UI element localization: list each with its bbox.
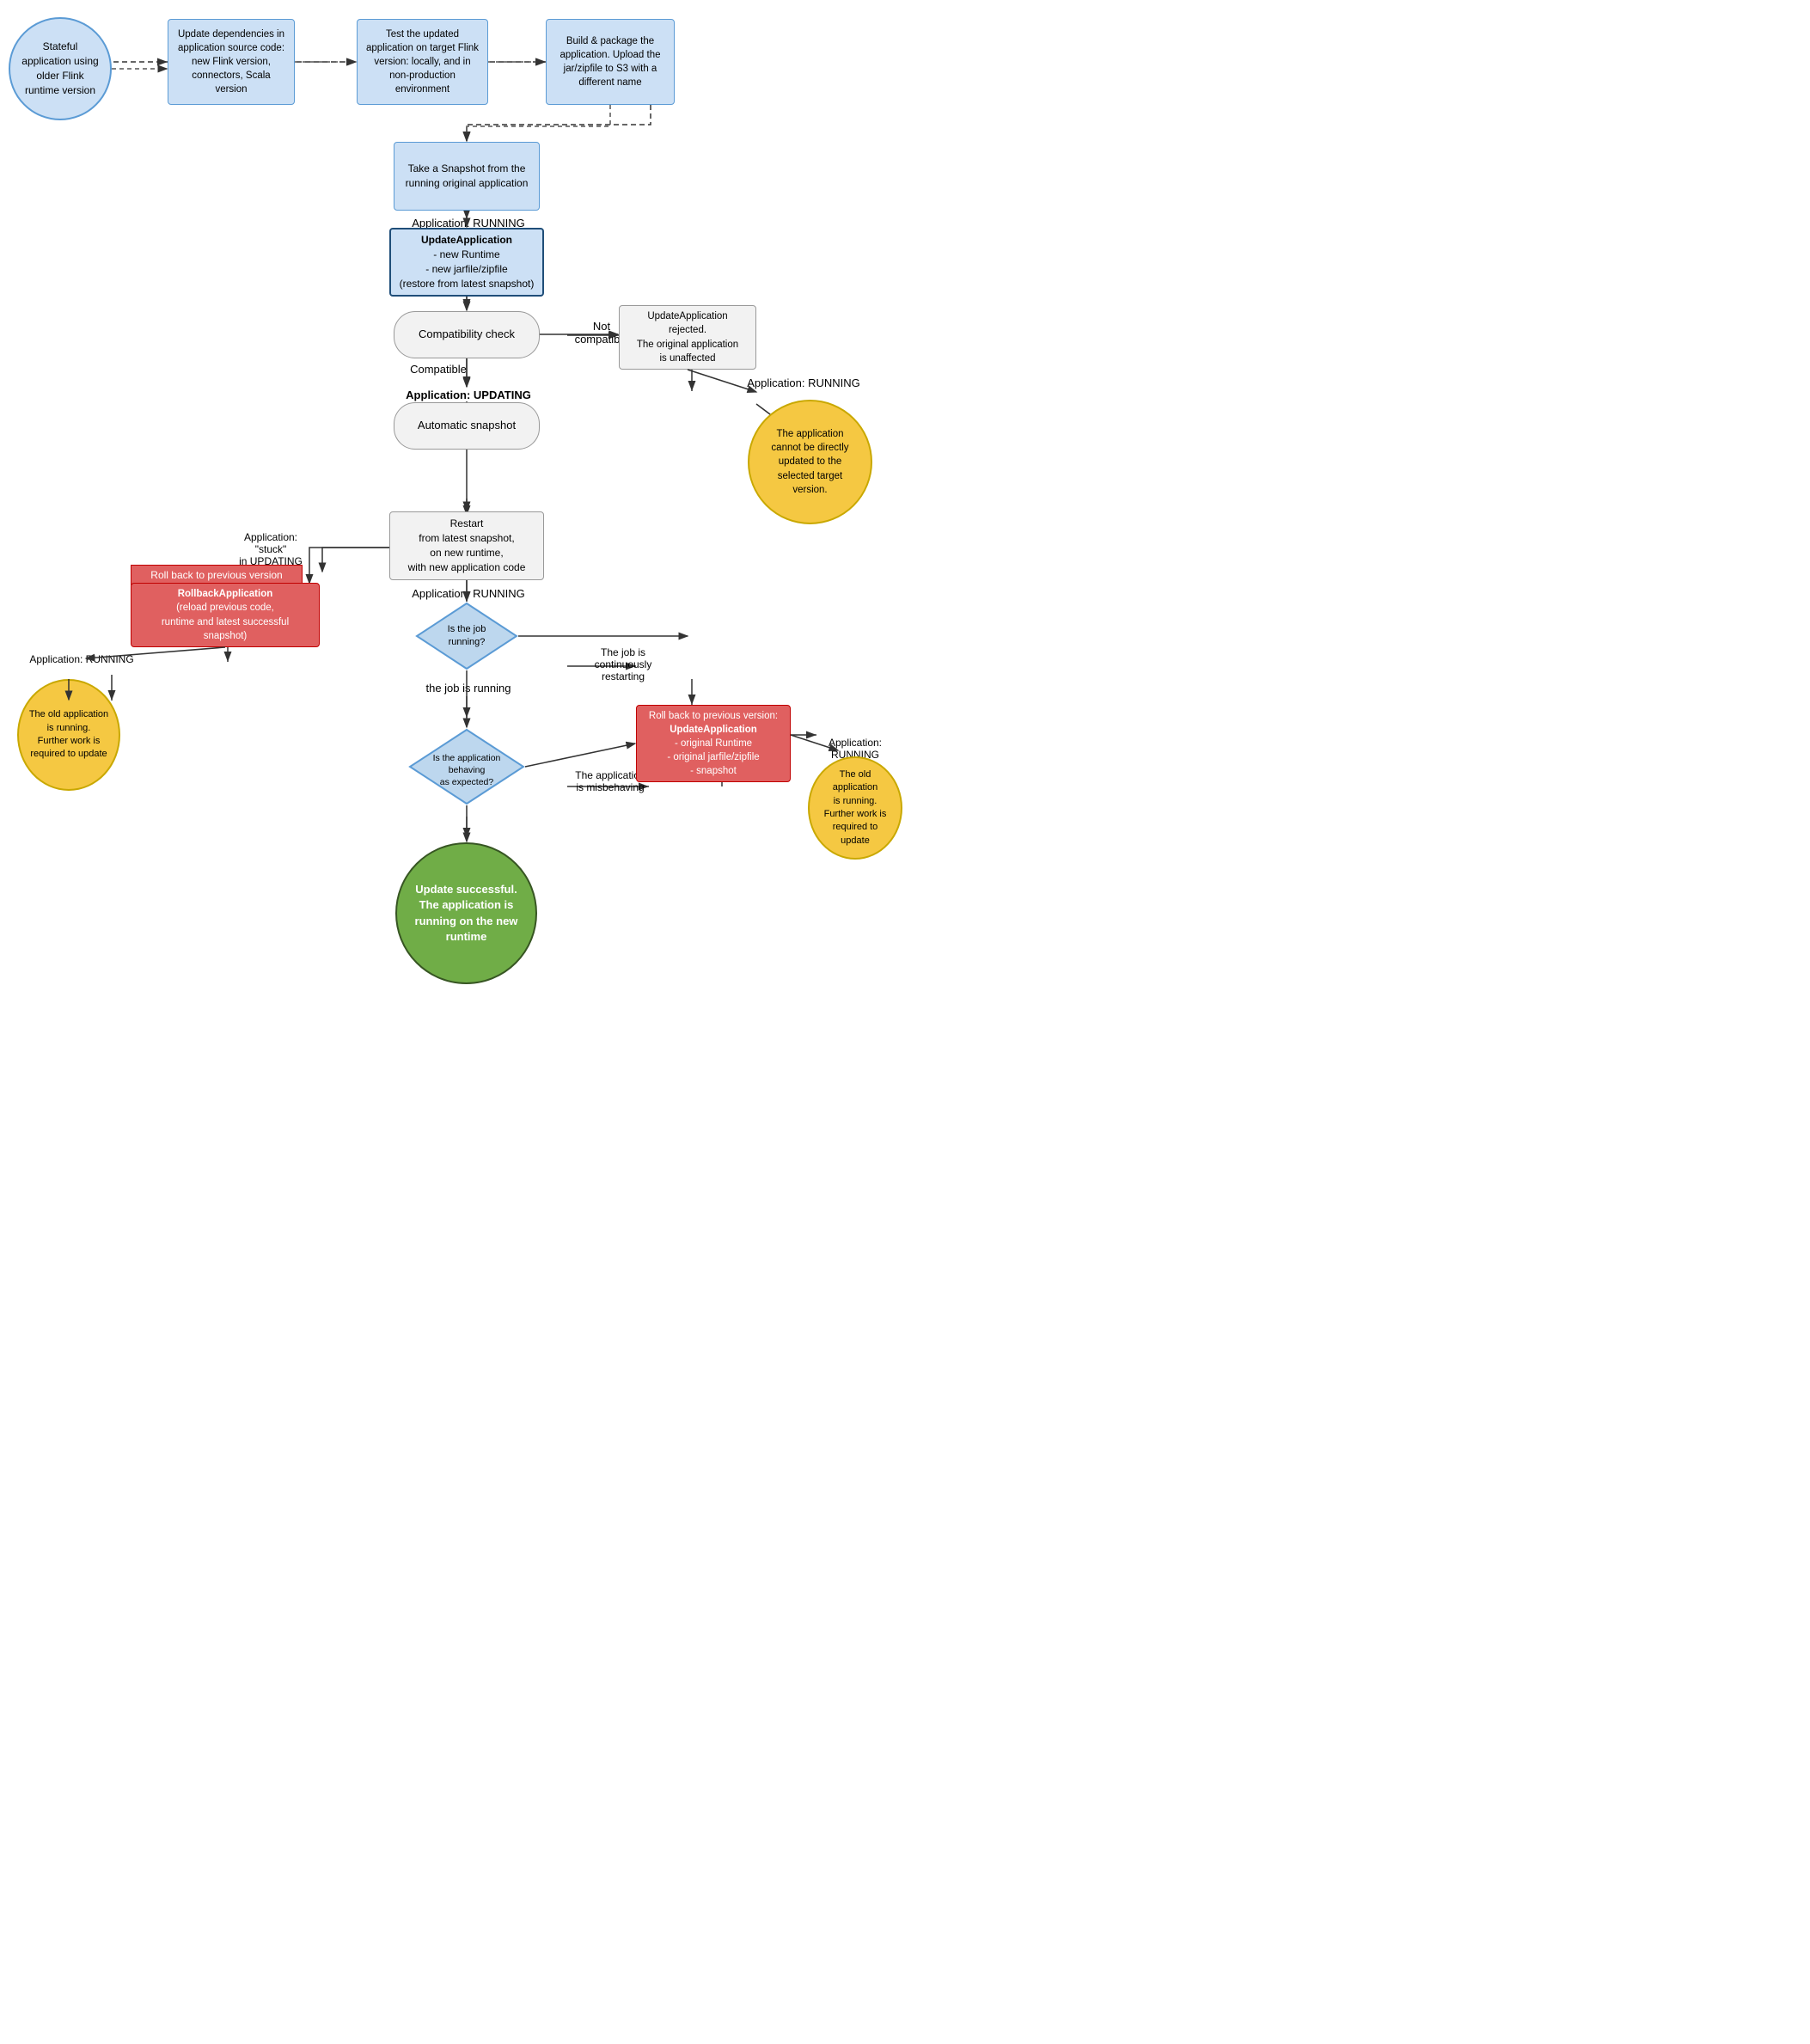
app-running-label-3: Application: RUNNING (370, 587, 567, 600)
app-running-left-label: Application: RUNNING (9, 653, 155, 665)
compatibility-check-box: Compatibility check (394, 311, 540, 358)
test-app-label: Test the updated application on target F… (364, 28, 480, 96)
is-app-behaving-diamond: Is the application behaving as expected? (408, 728, 525, 805)
build-package-label: Build & package the application. Upload … (553, 34, 667, 89)
svg-text:behaving: behaving (449, 765, 486, 775)
update-successful-label: Update successful.The application isrunn… (415, 882, 518, 945)
automatic-snapshot-box: Automatic snapshot (394, 402, 540, 450)
restart-box: Restartfrom latest snapshot,on new runti… (389, 511, 544, 580)
old-app-running-right-circle: The old applicationis running.Further wo… (808, 756, 902, 860)
rollback-application-box: RollbackApplication(reload previous code… (131, 583, 320, 647)
test-app-box: Test the updated application on target F… (357, 19, 488, 105)
app-running-label-2: Application: RUNNING (718, 376, 890, 389)
cannot-update-label: The applicationcannot be directlyupdated… (771, 427, 848, 496)
old-app-running-left-label: The old applicationis running.Further wo… (29, 708, 108, 762)
update-application-box: UpdateApplication- new Runtime- new jarf… (389, 228, 544, 297)
svg-text:Is the job: Is the job (448, 624, 486, 634)
stateful-app-circle: Stateful application using older Flink r… (9, 17, 112, 120)
rollback-updateapp-box: Roll back to previous version:UpdateAppl… (636, 705, 791, 782)
update-application-label: UpdateApplication- new Runtime- new jarf… (400, 233, 535, 291)
compatible-label: Compatible (395, 363, 481, 376)
is-job-running-diamond: Is the job running? (415, 602, 518, 670)
svg-text:Is the application: Is the application (433, 753, 501, 763)
rollback-updateapp-label: Roll back to previous version:UpdateAppl… (649, 709, 778, 778)
app-stuck-label: Application:"stuck"in UPDATING (219, 531, 322, 567)
app-updating-label: Application: UPDATING (370, 389, 567, 401)
cannot-update-circle: The applicationcannot be directlyupdated… (748, 400, 872, 524)
update-successful-circle: Update successful.The application isrunn… (395, 842, 537, 984)
take-snapshot-label: Take a Snapshot from the running origina… (401, 162, 532, 191)
update-rejected-box: UpdateApplicationrejected.The original a… (619, 305, 756, 370)
diagram: Stateful application using older Flink r… (0, 0, 905, 1022)
update-rejected-label: UpdateApplicationrejected.The original a… (637, 309, 738, 364)
svg-text:running?: running? (449, 637, 486, 647)
build-package-box: Build & package the application. Upload … (546, 19, 675, 105)
job-running-label: the job is running (361, 682, 576, 695)
job-continuously-restarting-label: The job iscontinuouslyrestarting (567, 646, 679, 682)
stateful-app-label: Stateful application using older Flink r… (19, 40, 101, 97)
rollback-application-label: RollbackApplication(reload previous code… (162, 587, 289, 642)
svg-text:as expected?: as expected? (440, 777, 494, 787)
old-app-running-right-label: The old applicationis running.Further wo… (818, 768, 892, 848)
take-snapshot-box: Take a Snapshot from the running origina… (394, 142, 540, 211)
update-deps-label: Update dependencies in application sourc… (175, 28, 287, 96)
compatibility-check-label: Compatibility check (419, 327, 515, 342)
automatic-snapshot-label: Automatic snapshot (418, 418, 516, 433)
restart-label: Restartfrom latest snapshot,on new runti… (408, 517, 526, 574)
old-app-running-left-circle: The old applicationis running.Further wo… (17, 679, 120, 791)
update-deps-box: Update dependencies in application sourc… (168, 19, 295, 105)
